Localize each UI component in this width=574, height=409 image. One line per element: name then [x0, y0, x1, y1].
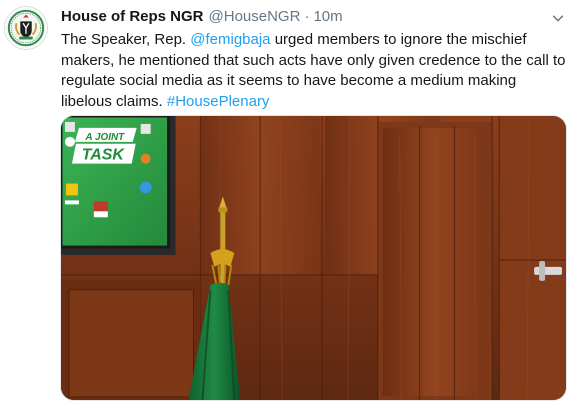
avatar[interactable]	[4, 6, 48, 50]
hashtag-link[interactable]: #HousePlenary	[167, 93, 270, 110]
timestamp[interactable]: 10m	[313, 8, 342, 25]
tweet-header: House of Reps NGR @HouseNGR · 10m	[61, 8, 343, 28]
tweet-menu-button[interactable]	[550, 10, 566, 26]
chevron-down-icon	[552, 15, 564, 22]
chamber-photo: A JOINT TASK	[61, 116, 566, 400]
board-line-2: TASK	[82, 147, 126, 164]
user-handle[interactable]: @HouseNGR	[209, 8, 301, 25]
mention-link[interactable]: @femigbaja	[190, 31, 270, 48]
tweet-card[interactable]: House of Reps NGR @HouseNGR · 10m The Sp…	[0, 0, 574, 409]
coat-of-arms-icon	[5, 7, 47, 49]
tweet-photo[interactable]: A JOINT TASK	[60, 115, 567, 401]
header-separator: ·	[304, 8, 310, 25]
board-line-1: A JOINT	[84, 132, 125, 143]
display-name[interactable]: House of Reps NGR	[61, 8, 204, 25]
tweet-text: The Speaker, Rep. @femigbaja urged membe…	[61, 30, 566, 112]
tweet-text-part: The Speaker, Rep.	[61, 31, 191, 48]
